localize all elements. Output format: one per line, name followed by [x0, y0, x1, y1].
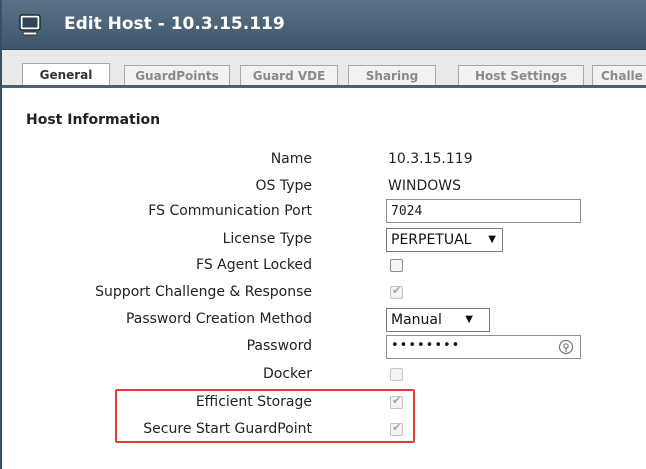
- tab-guard-vde[interactable]: Guard VDE: [240, 65, 338, 85]
- window-title: Edit Host - 10.3.15.119: [64, 14, 285, 34]
- os-type-value: WINDOWS: [388, 178, 461, 194]
- password-reveal-icon[interactable]: [558, 339, 574, 355]
- row-fs-agent-locked: FS Agent Locked: [2, 254, 646, 278]
- tab-challenge[interactable]: Challe: [592, 65, 646, 85]
- password-dots: ••••••••: [391, 338, 461, 353]
- fs-port-input[interactable]: [386, 199, 581, 223]
- chevron-down-icon: ▼: [488, 234, 496, 245]
- password-input[interactable]: ••••••••: [386, 335, 581, 359]
- docker-label: Docker: [262, 366, 312, 382]
- fs-agent-locked-label: FS Agent Locked: [196, 257, 312, 273]
- password-creation-label: Password Creation Method: [125, 311, 312, 327]
- license-type-label: License Type: [222, 231, 312, 247]
- support-challenge-label: Support Challenge & Response: [95, 284, 312, 300]
- name-label: Name: [270, 151, 312, 167]
- password-creation-select[interactable]: Manual ▼: [386, 308, 490, 332]
- fs-agent-locked-checkbox[interactable]: [390, 259, 403, 272]
- row-fs-port: FS Communication Port: [2, 199, 646, 223]
- general-tab-content: Host Information Name 10.3.15.119 OS Typ…: [2, 88, 646, 469]
- row-os-type: OS Type WINDOWS: [2, 175, 646, 199]
- title-bar: Edit Host - 10.3.15.119: [2, 0, 646, 50]
- chevron-down-icon: ▼: [465, 314, 473, 325]
- tab-guardpoints[interactable]: GuardPoints: [124, 65, 230, 85]
- row-password-creation: Password Creation Method Manual ▼: [2, 308, 646, 332]
- tab-bar: General GuardPoints Guard VDE Sharing Ho…: [2, 50, 646, 88]
- tab-sharing[interactable]: Sharing: [348, 65, 436, 85]
- support-challenge-checkbox: ✔: [390, 284, 403, 299]
- row-support-challenge: Support Challenge & Response ✔: [2, 281, 646, 305]
- tab-host-settings[interactable]: Host Settings: [458, 65, 584, 85]
- tab-general[interactable]: General: [22, 63, 110, 85]
- os-type-label: OS Type: [255, 178, 312, 194]
- password-creation-selected: Manual: [391, 312, 442, 328]
- password-label: Password: [246, 338, 312, 354]
- license-type-selected: PERPETUAL: [391, 232, 472, 248]
- name-value: 10.3.15.119: [388, 151, 473, 167]
- checkmark-icon: ✔: [392, 284, 402, 297]
- license-type-select[interactable]: PERPETUAL ▼: [386, 228, 503, 252]
- section-title-host-information: Host Information: [26, 112, 161, 128]
- monitor-icon: [19, 14, 41, 36]
- docker-checkbox: [390, 368, 403, 381]
- row-docker: Docker: [2, 363, 646, 387]
- row-license-type: License Type PERPETUAL ▼: [2, 228, 646, 252]
- fs-port-label: FS Communication Port: [148, 203, 312, 219]
- row-name: Name 10.3.15.119: [2, 148, 646, 172]
- edit-host-window: Edit Host - 10.3.15.119 General GuardPoi…: [0, 0, 646, 469]
- row-password: Password ••••••••: [2, 335, 646, 359]
- highlight-box: [115, 389, 415, 443]
